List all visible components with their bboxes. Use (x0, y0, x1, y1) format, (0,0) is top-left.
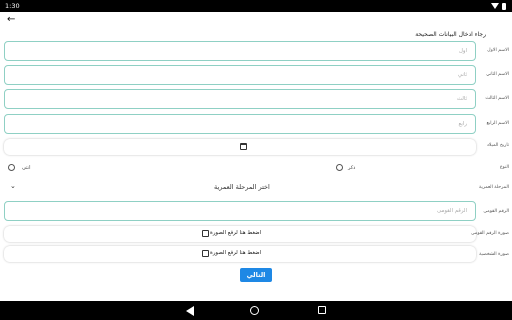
image-upload-icon (202, 250, 209, 257)
id-image-upload-text: اضغط هنا لرفع الصورة (210, 230, 262, 236)
status-icons (491, 0, 506, 12)
first-name-field[interactable]: اول (4, 41, 476, 61)
third-name-label: الاسم الثالث (485, 96, 509, 101)
image-upload-icon (202, 230, 209, 237)
stage-label: المرحلة العمرية (479, 185, 509, 190)
personal-image-label: صورة الشخصية (479, 252, 509, 257)
nav-back-icon[interactable] (186, 306, 194, 316)
calendar-icon (240, 143, 247, 150)
gender-label: النوع (499, 165, 509, 170)
male-radio[interactable] (336, 164, 343, 171)
birthdate-picker[interactable] (4, 139, 476, 155)
national-id-field[interactable]: الرقم القومى (4, 201, 476, 221)
male-label: ذكر (348, 165, 356, 171)
status-bar: 1:30 (0, 0, 512, 12)
page-title: رجاء ادخال البيانات الصحيحة (415, 31, 486, 38)
birthdate-label: تاريخ الميلاد (486, 143, 509, 148)
second-name-field[interactable]: ثاني (4, 65, 476, 85)
national-id-placeholder: الرقم القومى (436, 208, 467, 214)
stage-selected: اختر المرحلة العمرية (214, 183, 270, 191)
wifi-icon (491, 3, 499, 9)
id-image-label: صورة الرقم القومى (471, 231, 509, 236)
female-radio[interactable] (8, 164, 15, 171)
female-label: انثى (22, 165, 31, 171)
second-name-label: الاسم الثاني (486, 72, 509, 77)
battery-icon (502, 2, 506, 10)
stage-dropdown[interactable]: ⌄ اختر المرحلة العمرية (4, 180, 476, 194)
nav-recents-icon[interactable] (318, 306, 326, 314)
third-name-field[interactable]: ثالث (4, 89, 476, 109)
status-time: 1:30 (5, 2, 20, 10)
system-nav-bar (0, 301, 512, 320)
national-id-label: الرقم القومى (483, 209, 509, 214)
fourth-name-label: الاسم الرابع (486, 121, 509, 126)
chevron-down-icon: ⌄ (10, 182, 16, 190)
fourth-name-placeholder: رابع (458, 121, 467, 127)
personal-image-upload-button[interactable]: اضغط هنا لرفع الصورة (4, 246, 476, 262)
next-button[interactable]: التالي (240, 268, 272, 282)
nav-home-icon[interactable] (250, 306, 259, 315)
id-image-upload-button[interactable]: اضغط هنا لرفع الصورة (4, 226, 476, 242)
third-name-placeholder: ثالث (456, 96, 467, 102)
first-name-placeholder: اول (458, 48, 467, 54)
fourth-name-field[interactable]: رابع (4, 114, 476, 134)
second-name-placeholder: ثاني (457, 72, 467, 78)
back-arrow-icon[interactable]: ← (7, 14, 15, 25)
personal-image-upload-text: اضغط هنا لرفع الصورة (210, 250, 262, 256)
first-name-label: الاسم الاول (487, 48, 509, 53)
